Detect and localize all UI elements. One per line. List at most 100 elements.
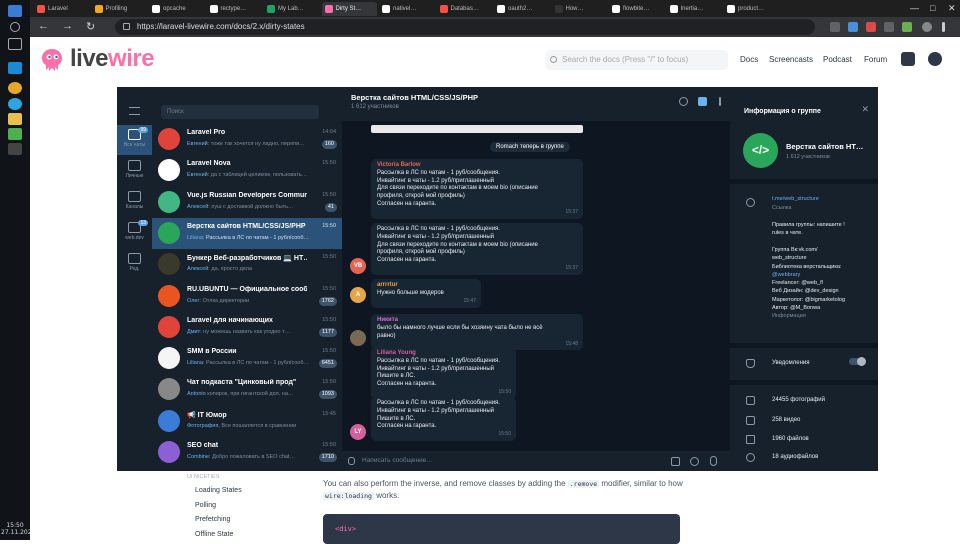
chat-item[interactable]: SEO chat 15:50 Combine: Добро пожаловать в…	[152, 437, 342, 468]
edge-icon[interactable]	[8, 62, 22, 74]
browser-tab[interactable]: Profiling	[92, 2, 147, 16]
browser-tab[interactable]: Dirty St…	[321, 2, 377, 16]
microphone-icon[interactable]	[710, 456, 717, 466]
media-audio[interactable]: 18 аудиофайлов	[772, 454, 818, 460]
profile-avatar[interactable]	[922, 22, 932, 32]
chat-item[interactable]: Laravel Nova 15:50 Евгений: да с таблицей …	[152, 155, 342, 186]
maximize-icon[interactable]: □	[930, 3, 935, 13]
minimize-icon[interactable]: —	[910, 3, 919, 13]
start-icon[interactable]	[8, 5, 22, 17]
unread-count-badge: 160	[321, 140, 337, 149]
tab-label: Inertia…	[680, 6, 704, 12]
extension-icon-2[interactable]	[848, 22, 858, 32]
emoji-icon[interactable]	[690, 457, 699, 466]
browser-tab[interactable]: nativel…	[379, 2, 434, 16]
nav-forum[interactable]: Forum	[864, 55, 887, 64]
browser-tab[interactable]: Databas…	[437, 2, 492, 16]
sidebar-link-prefetching[interactable]: Prefetching	[195, 516, 315, 523]
extension-icon-1[interactable]	[830, 22, 840, 32]
chat-message[interactable]: Victoria Barlow Рассылка в ЛС по чатам - …	[371, 159, 583, 219]
folder-icon[interactable]	[8, 113, 22, 125]
reload-icon[interactable]: ↻	[86, 20, 95, 33]
search-icon[interactable]	[679, 97, 688, 106]
nav-podcast[interactable]: Podcast	[823, 55, 852, 64]
chat-item[interactable]: Чат подкаста "Цинковый прод" 15:50 Antonio…	[152, 374, 342, 405]
sidebar-toggle-icon[interactable]	[698, 97, 707, 106]
chat-item[interactable]: Laravel Pro 14:04 Евгений: тоже так хочетс…	[152, 124, 342, 155]
media-photos[interactable]: 24455 фотографий	[772, 397, 825, 403]
group-description-line[interactable]: @webbrary	[772, 271, 872, 279]
folder-label: Ред.	[129, 266, 140, 272]
chat-message[interactable]: Рассылка в ЛС по чатам - 1 руб/сообщения…	[371, 397, 516, 442]
chat-message[interactable]: Liliana Young Рассылка в ЛС по чатам - 1 …	[371, 347, 516, 399]
browser-tab[interactable]: Laravel	[34, 2, 89, 16]
sidebar-link-offline-state[interactable]: Offline State	[195, 531, 315, 538]
chat-search-input[interactable]: Поиск	[161, 105, 319, 119]
chat-item[interactable]: 📢 IT Юмор 15:45 Фотография, Все пошаляется…	[152, 406, 342, 437]
folder-1[interactable]: Личные	[117, 156, 152, 186]
extension-icon-5[interactable]	[902, 22, 912, 32]
notifications-toggle[interactable]	[849, 357, 866, 366]
nav-docs[interactable]: Docs	[740, 55, 758, 64]
media-videos[interactable]: 258 видео	[772, 417, 800, 423]
chat-avatar	[158, 284, 180, 307]
browser-tab[interactable]: rectype…	[207, 2, 262, 16]
message-line: Нужно больше модеров	[377, 289, 444, 296]
chat-item[interactable]: Laravel для начинающих 15:50 Дмит: ну може…	[152, 312, 342, 343]
livewire-logo-icon[interactable]	[41, 48, 63, 72]
chat-message[interactable]: Никита было бы намного лучше если бы хозя…	[371, 314, 583, 351]
chat-item[interactable]: SMM в России 15:50 Liliana: Рассылка в ЛС …	[152, 343, 342, 374]
extension-icon-3[interactable]	[866, 22, 876, 32]
app-icon[interactable]	[8, 128, 22, 140]
search-icon[interactable]	[10, 22, 20, 32]
group-link[interactable]: t.me/web_structure	[772, 195, 872, 203]
browser-tab[interactable]: How…	[552, 2, 607, 16]
address-bar[interactable]: https://laravel-livewire.com/docs/2.x/di…	[115, 19, 815, 35]
chat-item[interactable]: Vue.js Russian Developers Community 15:50…	[152, 187, 342, 218]
telegram-icon[interactable]	[8, 98, 22, 110]
folder-4[interactable]: Ред.	[117, 249, 152, 279]
attach-icon[interactable]	[348, 457, 355, 465]
group-avatar[interactable]: </>	[743, 133, 778, 168]
browser-tab[interactable]: My Lab…	[264, 2, 319, 16]
task-view-icon[interactable]	[8, 38, 22, 50]
chat-item[interactable]: Бункер Веб-разработчиков 💻 НТ… 15:50 Алекс…	[152, 249, 342, 280]
message-input[interactable]: Написать сообщение...	[342, 451, 730, 471]
browser-tab[interactable]: opcache	[149, 2, 204, 16]
chat-item[interactable]: Верстка сайтов HTML/CSS/JS/PHP 15:50 Lilia…	[152, 217, 342, 249]
conversation-header[interactable]: Верстка сайтов HTML/CSS/JS/PHP 1 612 уча…	[342, 87, 730, 121]
inline-code-remove: .remove	[567, 480, 600, 488]
system-clock[interactable]: 15:50 27.11.2020	[1, 522, 35, 536]
folder-3[interactable]: web.dev 13	[117, 218, 152, 248]
forward-arrow-icon[interactable]: →	[62, 20, 73, 32]
discord-icon[interactable]	[901, 52, 915, 66]
livewire-logo-text[interactable]: livewire	[70, 45, 155, 73]
commands-icon[interactable]	[671, 457, 680, 466]
folder-0[interactable]: Все чаты 99	[117, 125, 152, 155]
chat-message[interactable]: Рассылка в ЛС по чатам - 1 руб/сообщения…	[371, 223, 583, 275]
chrome-icon[interactable]	[8, 82, 22, 94]
chat-item[interactable]: RU.UBUNTU — Официальное сооб… 15:50 Олег: …	[152, 281, 342, 312]
github-icon[interactable]	[928, 52, 942, 66]
browser-tab[interactable]: product…	[724, 2, 779, 16]
terminal-icon[interactable]	[8, 143, 22, 155]
nav-screencasts[interactable]: Screencasts	[769, 55, 813, 64]
image-message-preview[interactable]	[371, 125, 583, 133]
browser-tab[interactable]: oauth2…	[494, 2, 549, 16]
close-icon[interactable]: ✕	[861, 104, 869, 115]
browser-tab[interactable]: flowbite…	[609, 2, 664, 16]
more-menu-icon[interactable]	[719, 97, 721, 106]
back-arrow-icon[interactable]: ←	[38, 20, 49, 32]
chat-message[interactable]: arrrrtur Нужно больше модеров 15:47	[371, 279, 481, 308]
chat-name: SMM в России	[187, 348, 237, 356]
hamburger-menu-icon[interactable]	[129, 107, 140, 115]
extension-icon-4[interactable]	[884, 22, 894, 32]
folder-2[interactable]: Каналы	[117, 187, 152, 217]
close-icon[interactable]: ✕	[948, 3, 956, 14]
media-files[interactable]: 1960 файлов	[772, 436, 809, 442]
sidebar-link-loading-states[interactable]: Loading States	[195, 487, 315, 494]
sidebar-link-polling[interactable]: Polling	[195, 502, 315, 509]
browser-tab[interactable]: Inertia…	[667, 2, 722, 16]
docs-search-input[interactable]: Search the docs (Press "/" to focus)	[546, 50, 728, 70]
menu-dots-icon[interactable]	[942, 22, 945, 32]
